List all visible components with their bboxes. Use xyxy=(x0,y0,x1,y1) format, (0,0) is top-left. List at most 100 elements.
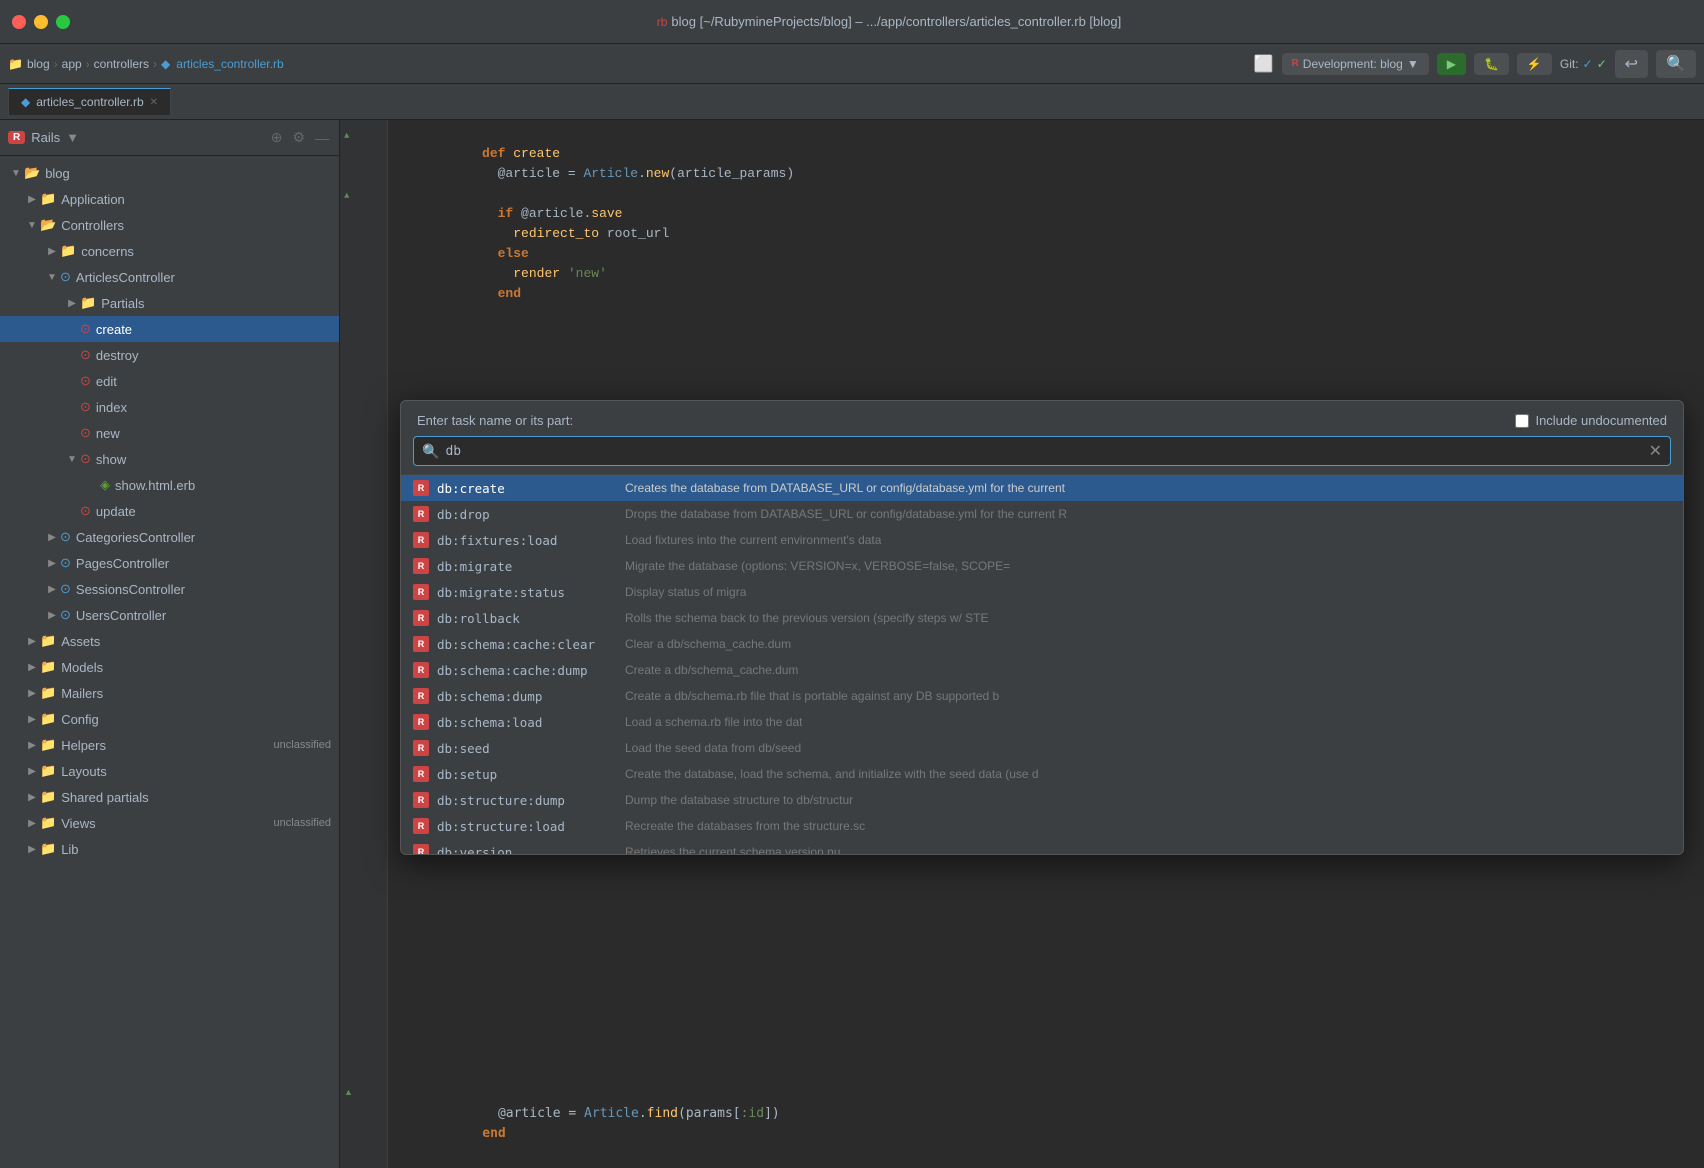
result-item-db-schema-load[interactable]: R db:schema:load Load a schema.rb file i… xyxy=(401,709,1683,735)
undo-button[interactable]: ↩ xyxy=(1615,50,1648,78)
result-item-db-fixtures-load[interactable]: R db:fixtures:load Load fixtures into th… xyxy=(401,527,1683,553)
sidebar-item-partials[interactable]: ▶ 📁 Partials xyxy=(0,290,339,316)
sidebar-item-models[interactable]: ▶ 📁 Models xyxy=(0,654,339,680)
sidebar-item-lib[interactable]: ▶ 📁 Lib xyxy=(0,836,339,862)
window-title: rb blog [~/RubymineProjects/blog] – .../… xyxy=(86,14,1692,29)
sidebar-item-sessions-ctrl[interactable]: ▶ ⊙ SessionsController xyxy=(0,576,339,602)
maximize-button[interactable] xyxy=(56,15,70,29)
tab-articles-controller[interactable]: ◆ articles_controller.rb ✕ xyxy=(8,88,171,115)
sidebar-item-views[interactable]: ▶ 📁 Views unclassified xyxy=(0,810,339,836)
close-button[interactable] xyxy=(12,15,26,29)
code-line: def create xyxy=(404,124,1704,144)
sidebar-item-application[interactable]: ▶ 📁 Application xyxy=(0,186,339,212)
sidebar-item-shared-partials[interactable]: ▶ 📁 Shared partials xyxy=(0,784,339,810)
result-item-db-seed[interactable]: R db:seed Load the seed data from db/see… xyxy=(401,735,1683,761)
search-button[interactable]: 🔍 xyxy=(1656,50,1696,78)
folder-icon: 📁 xyxy=(80,295,96,311)
bottom-code-area: ▲ @article = Article.find(params[:id]) e… xyxy=(340,1080,1704,1128)
sidebar-item-create[interactable]: ▶ ⊙ create xyxy=(0,316,339,342)
sidebar-item-controllers[interactable]: ▼ 📂 Controllers xyxy=(0,212,339,238)
task-dialog-title: Enter task name or its part: xyxy=(417,413,573,428)
result-desc: Create a db/schema.rb file that is porta… xyxy=(625,689,999,703)
sidebar-item-edit[interactable]: ▶ ⊙ edit xyxy=(0,368,339,394)
sidebar-item-show[interactable]: ▼ ⊙ show xyxy=(0,446,339,472)
result-item-db-schema-dump[interactable]: R db:schema:dump Create a db/schema.rb f… xyxy=(401,683,1683,709)
sidebar-item-label: Config xyxy=(61,712,331,727)
result-name: db:rollback xyxy=(437,611,617,626)
sidebar-item-assets[interactable]: ▶ 📁 Assets xyxy=(0,628,339,654)
bottom-gutter: ▲ xyxy=(340,1080,388,1128)
sidebar-item-users-ctrl[interactable]: ▶ ⊙ UsersController xyxy=(0,602,339,628)
run-button[interactable]: ▶ xyxy=(1437,53,1466,75)
sidebar-item-concerns[interactable]: ▶ 📁 concerns xyxy=(0,238,339,264)
sidebar-item-label: Application xyxy=(61,192,331,207)
controller-icon: ⊙ xyxy=(60,581,71,597)
result-item-db-schema-cache-clear[interactable]: R db:schema:cache:clear Clear a db/schem… xyxy=(401,631,1683,657)
result-desc: Migrate the database (options: VERSION=x… xyxy=(625,559,1010,573)
result-desc: Dump the database structure to db/struct… xyxy=(625,793,853,807)
sidebar-item-config[interactable]: ▶ 📁 Config xyxy=(0,706,339,732)
sidebar-item-label: Mailers xyxy=(61,686,331,701)
result-item-db-migrate[interactable]: R db:migrate Migrate the database (optio… xyxy=(401,553,1683,579)
search-clear-button[interactable]: ✕ xyxy=(1649,441,1662,461)
result-item-db-setup[interactable]: R db:setup Create the database, load the… xyxy=(401,761,1683,787)
result-item-db-structure-load[interactable]: R db:structure:load Recreate the databas… xyxy=(401,813,1683,839)
result-item-db-migrate-status[interactable]: R db:migrate:status Display status of mi… xyxy=(401,579,1683,605)
sidebar-item-label: concerns xyxy=(81,244,331,259)
sidebar-item-blog[interactable]: ▼ 📂 blog xyxy=(0,160,339,186)
result-item-db-version[interactable]: R db:version Retrieves the current schem… xyxy=(401,839,1683,854)
titlebar: rb blog [~/RubymineProjects/blog] – .../… xyxy=(0,0,1704,44)
tab-close-button[interactable]: ✕ xyxy=(150,97,158,108)
result-name: db:fixtures:load xyxy=(437,533,617,548)
arrow-icon: ▶ xyxy=(24,714,40,725)
breadcrumb-controllers[interactable]: controllers xyxy=(94,57,149,71)
tabbar: ◆ articles_controller.rb ✕ xyxy=(0,84,1704,120)
sidebar-item-label: Layouts xyxy=(61,764,331,779)
include-undocumented-checkbox[interactable] xyxy=(1515,414,1529,428)
sidebar-item-layouts[interactable]: ▶ 📁 Layouts xyxy=(0,758,339,784)
breadcrumb-blog[interactable]: blog xyxy=(27,57,50,71)
minimize-button[interactable] xyxy=(34,15,48,29)
result-item-db-schema-cache-dump[interactable]: R db:schema:cache:dump Create a db/schem… xyxy=(401,657,1683,683)
rails-badge: R xyxy=(8,131,25,144)
sidebar-item-index[interactable]: ▶ ⊙ index xyxy=(0,394,339,420)
result-item-db-rollback[interactable]: R db:rollback Rolls the schema back to t… xyxy=(401,605,1683,631)
result-name: db:schema:load xyxy=(437,715,617,730)
rake-icon: R xyxy=(413,662,429,678)
result-name: db:seed xyxy=(437,741,617,756)
sidebar-settings-button[interactable]: ⚙ xyxy=(290,127,307,148)
main-layout: R Rails ▼ ⊕ ⚙ — ▼ 📂 blog ▶ 📁 Application xyxy=(0,120,1704,1168)
sidebar-item-mailers[interactable]: ▶ 📁 Mailers xyxy=(0,680,339,706)
breadcrumb-file[interactable]: articles_controller.rb xyxy=(176,57,283,71)
coverage-button[interactable]: ⚡ xyxy=(1517,53,1552,75)
include-undocumented-checkbox-area[interactable]: Include undocumented xyxy=(1515,413,1667,428)
screen-icon[interactable]: ⬜ xyxy=(1254,54,1274,74)
sidebar-item-destroy[interactable]: ▶ ⊙ destroy xyxy=(0,342,339,368)
sidebar-item-update[interactable]: ▶ ⊙ update xyxy=(0,498,339,524)
result-item-db-structure-dump[interactable]: R db:structure:dump Dump the database st… xyxy=(401,787,1683,813)
rake-icon: R xyxy=(413,714,429,730)
task-search-bar[interactable]: 🔍 db ✕ xyxy=(413,436,1671,466)
rake-icon: R xyxy=(413,636,429,652)
sidebar-item-pages-ctrl[interactable]: ▶ ⊙ PagesController xyxy=(0,550,339,576)
sidebar-item-categories-ctrl[interactable]: ▶ ⊙ CategoriesController xyxy=(0,524,339,550)
sidebar-item-helpers[interactable]: ▶ 📁 Helpers unclassified xyxy=(0,732,339,758)
rails-dropdown[interactable]: ▼ xyxy=(66,130,79,145)
sidebar-minimize-button[interactable]: — xyxy=(313,127,331,148)
rake-icon: R xyxy=(413,558,429,574)
result-desc: Load the seed data from db/seed xyxy=(625,741,801,755)
folder-icon: 📁 xyxy=(40,191,56,207)
run-config-button[interactable]: R Development: blog ▼ xyxy=(1282,53,1429,75)
result-name: db:schema:cache:dump xyxy=(437,663,617,678)
result-item-db-create[interactable]: R db:create Creates the database from DA… xyxy=(401,475,1683,501)
debug-button[interactable]: 🐛 xyxy=(1474,53,1509,75)
sidebar-item-new[interactable]: ▶ ⊙ new xyxy=(0,420,339,446)
editor: ▲ ▲ def create @art xyxy=(340,120,1704,1168)
sidebar-add-button[interactable]: ⊕ xyxy=(269,127,285,148)
sidebar-item-articles-controller[interactable]: ▼ ⊙ ArticlesController xyxy=(0,264,339,290)
sidebar-item-label: edit xyxy=(96,374,331,389)
result-item-db-drop[interactable]: R db:drop Drops the database from DATABA… xyxy=(401,501,1683,527)
task-dialog[interactable]: Enter task name or its part: Include und… xyxy=(400,400,1684,855)
sidebar-item-show-html[interactable]: ▶ ◈ show.html.erb xyxy=(0,472,339,498)
breadcrumb-app[interactable]: app xyxy=(62,57,82,71)
